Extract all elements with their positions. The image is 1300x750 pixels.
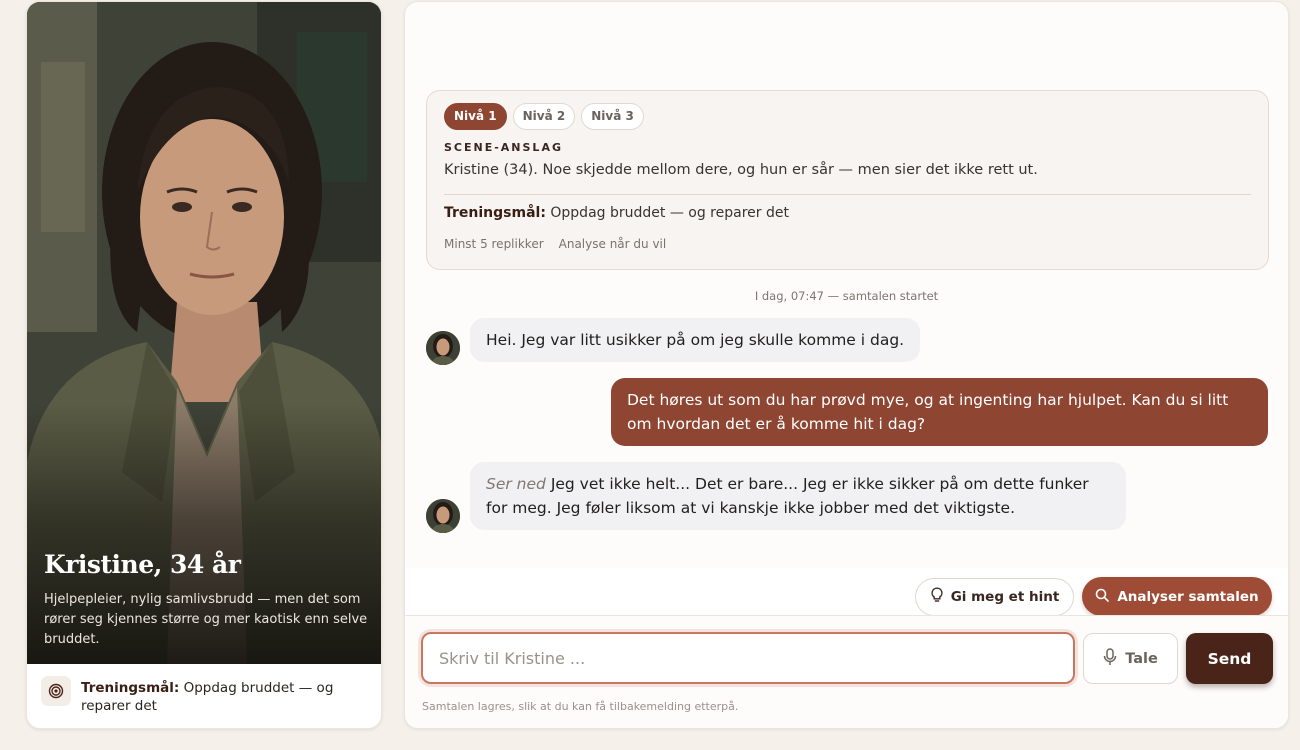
level-tab-2[interactable]: Nivå 2: [512, 103, 576, 130]
voice-button[interactable]: Tale: [1083, 633, 1178, 684]
avatar: [426, 331, 460, 365]
level-tab-3[interactable]: Nivå 3: [581, 103, 644, 130]
avatar: [426, 499, 460, 533]
scene-meta: Minst 5 replikker Analyse når du vil: [444, 237, 666, 251]
analyse-conversation-button[interactable]: Analyser samtalen: [1082, 577, 1272, 616]
persona-portrait: Kristine, 34 år Hjelpepleier, nylig saml…: [27, 2, 381, 664]
level-tabs: Nivå 1 Nivå 2 Nivå 3: [444, 103, 644, 130]
microphone-icon: [1103, 647, 1117, 670]
target-icon: [41, 676, 71, 706]
persona-goal-text: Treningsmål: Oppdag bruddet — og reparer…: [81, 676, 371, 715]
chat-panel: Nivå 1 Nivå 2 Nivå 3 SCENE-ANSLAG Kristi…: [404, 1, 1289, 729]
conversation-timestamp: I dag, 07:47 — samtalen startet: [754, 289, 939, 303]
message-persona-1: Hei. Jeg var litt usikker på om jeg skul…: [470, 318, 921, 362]
voice-button-label: Tale: [1125, 650, 1158, 667]
persona-name: Kristine, 34 år: [44, 550, 241, 579]
level-tab-1[interactable]: Nivå 1: [444, 103, 507, 130]
scene-divider: [444, 194, 1251, 195]
message-input[interactable]: [421, 632, 1075, 684]
message-text: Jeg vet ikke helt... Det er bare... Jeg …: [486, 475, 1089, 517]
scene-card: Nivå 1 Nivå 2 Nivå 3 SCENE-ANSLAG Kristi…: [426, 90, 1269, 270]
message-user-1: Det høres ut som du har prøvd mye, og at…: [611, 378, 1268, 446]
hint-button-label: Gi meg et hint: [950, 589, 1060, 605]
send-button[interactable]: Send: [1186, 633, 1273, 684]
lightbulb-icon: [930, 587, 944, 607]
scene-meta-analysis: Analyse når du vil: [558, 237, 667, 251]
scene-description: Kristine (34). Noe skjedde mellom dere, …: [444, 162, 1038, 178]
message-action: Ser ned: [486, 475, 546, 493]
message-persona-2: Ser ned Jeg vet ikke helt... Det er bare…: [470, 462, 1126, 530]
persona-training-goal: Treningsmål: Oppdag bruddet — og reparer…: [41, 676, 371, 715]
composer-footnote: Samtalen lagres, slik at du kan få tilba…: [422, 700, 739, 713]
persona-description: Hjelpepleier, nylig samlivsbrudd — men d…: [44, 592, 368, 647]
persona-card: Kristine, 34 år Hjelpepleier, nylig saml…: [26, 1, 382, 729]
scene-training-goal: Treningsmål: Oppdag bruddet — og reparer…: [444, 205, 789, 221]
analyse-button-label: Analyser samtalen: [1117, 588, 1259, 605]
persona-goal-label: Treningsmål:: [81, 680, 180, 696]
scene-meta-min-replies: Minst 5 replikker: [444, 237, 544, 251]
scene-section-label: SCENE-ANSLAG: [444, 141, 563, 154]
scene-goal-value: Oppdag bruddet — og reparer det: [550, 205, 789, 221]
scene-goal-label: Treningsmål:: [444, 205, 546, 221]
hint-button[interactable]: Gi meg et hint: [915, 578, 1074, 616]
search-icon: [1095, 588, 1110, 606]
